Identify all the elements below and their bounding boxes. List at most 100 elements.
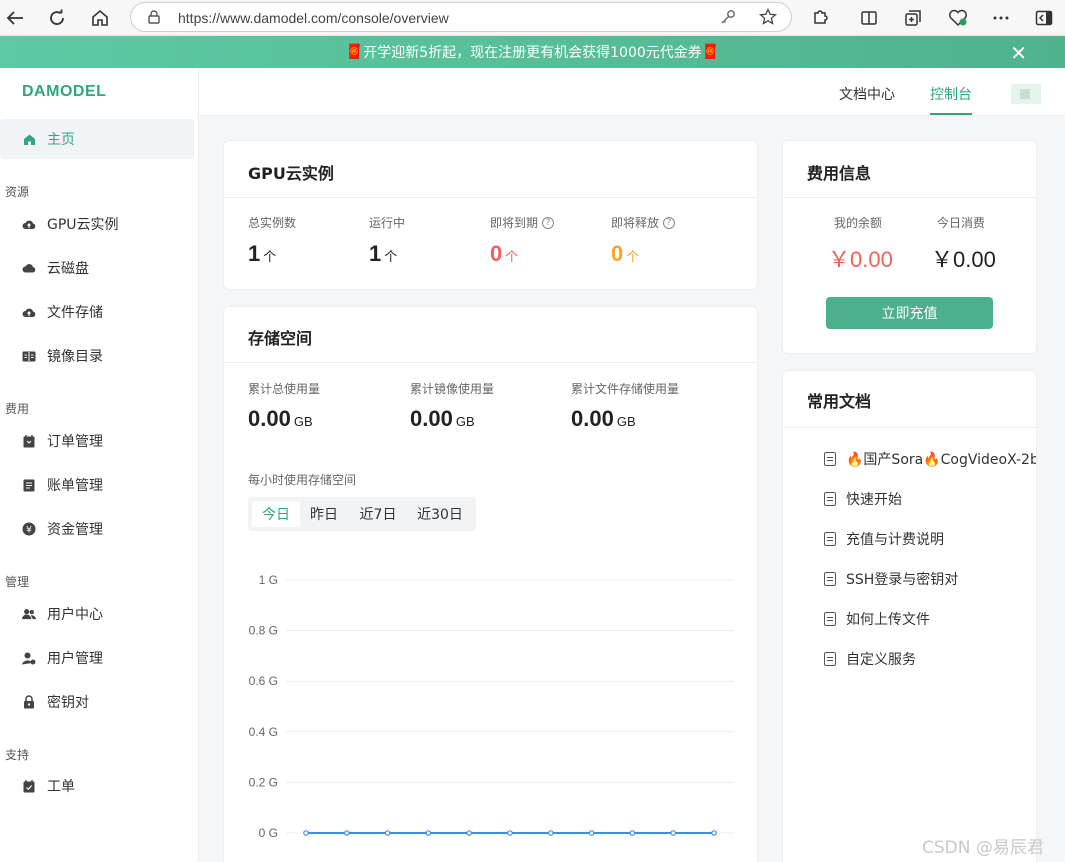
sidebar-item-label: 用户中心 — [47, 607, 103, 623]
hourly-usage-label: 每小时使用存储空间 — [248, 473, 357, 487]
tab-30-days[interactable]: 近30日 — [408, 501, 472, 527]
brand-logo[interactable]: DAMODEL — [22, 83, 106, 101]
active-nav-indicator — [930, 113, 972, 115]
card-divider — [783, 427, 1036, 428]
extensions-button[interactable] — [806, 4, 834, 32]
tab-yesterday[interactable]: 昨日 — [302, 501, 346, 527]
sidebar-item-user-center[interactable]: 用户中心 — [22, 604, 103, 624]
sidebar-item-tickets[interactable]: 工单 — [22, 776, 75, 796]
tab-today[interactable]: 今日 — [252, 501, 300, 527]
sidebar-item-file-storage[interactable]: 文件存储 — [22, 302, 103, 322]
y-tick-label: 0.4 G — [249, 725, 278, 739]
reload-button[interactable] — [43, 4, 71, 32]
puzzle-icon — [814, 10, 828, 24]
today-spend-label: 今日消费 — [937, 216, 986, 230]
address-bar[interactable]: https://www.damodel.com/console/overview — [130, 2, 792, 32]
sidebar-item-label: 主页 — [47, 132, 75, 148]
collections-button[interactable] — [899, 4, 927, 32]
stat-value-file-usage: 0.00 GB — [571, 406, 636, 431]
more-dots-icon — [993, 16, 1009, 20]
cloud-upload-icon — [22, 305, 36, 319]
sidebar-item-label: GPU云实例 — [47, 217, 119, 233]
sidebar-item-orders[interactable]: 订单管理 — [22, 431, 103, 451]
top-header: 文档中心 控制台 — [199, 68, 1065, 116]
doc-link[interactable]: 🔥国产Sora🔥CogVideoX-2b-部署与 — [824, 449, 1036, 469]
sidebar-item-image-catalog[interactable]: 镜像目录 — [22, 346, 103, 366]
document-icon — [824, 572, 836, 586]
favorite-star-icon[interactable] — [759, 7, 777, 30]
data-point[interactable] — [588, 830, 595, 836]
data-point[interactable] — [344, 830, 350, 836]
nav-link-console[interactable]: 控制台 — [930, 84, 972, 104]
split-screen-button[interactable] — [855, 4, 883, 32]
card-divider — [783, 197, 1036, 198]
balance-value: ￥0.00 — [828, 247, 893, 272]
sidebar: DAMODEL 主页 资源 GPU云实例 云磁盘 文件存储 镜像目录 费用 订单… — [0, 68, 199, 862]
sidebar-toggle-icon — [1035, 10, 1053, 26]
gpu-instances-card: GPU云实例 总实例数 1个 运行中 1个 即将到期? 0个 即将释放? 0个 — [223, 140, 758, 290]
doc-link[interactable]: 自定义服务 — [824, 649, 916, 669]
data-point[interactable] — [711, 830, 717, 836]
sidebar-item-funds[interactable]: ¥ 资金管理 — [22, 519, 103, 539]
document-icon — [824, 652, 836, 666]
browser-essentials-button[interactable] — [944, 4, 972, 32]
stat-value-total-usage: 0.00 GB — [248, 406, 313, 431]
sidebar-item-user-management[interactable]: 用户管理 — [22, 648, 103, 668]
sidebar-item-gpu-instances[interactable]: GPU云实例 — [22, 214, 119, 234]
watermark: CSDN @易辰君 — [922, 838, 1044, 858]
data-point[interactable] — [547, 830, 554, 836]
fee-info-card: 费用信息 我的余额 ￥0.00 今日消费 ￥0.00 立即充值 — [782, 140, 1037, 354]
home-icon — [22, 132, 36, 146]
stat-label-file-usage: 累计文件存储使用量 — [571, 382, 680, 396]
doc-link[interactable]: 快速开始 — [824, 489, 902, 509]
tab-7-days[interactable]: 近7日 — [350, 501, 406, 527]
sidebar-toggle-button[interactable] — [1030, 4, 1058, 32]
sidebar-item-key-pairs[interactable]: 密钥对 — [22, 692, 89, 712]
sidebar-item-label: 工单 — [47, 779, 75, 795]
document-icon — [824, 452, 836, 466]
sidebar-item-home-content[interactable]: 主页 — [22, 129, 75, 149]
cloud-icon — [22, 261, 36, 275]
sidebar-group-billing: 费用 — [5, 402, 30, 416]
help-icon[interactable]: ? — [542, 216, 555, 229]
storage-card: 存储空间 累计总使用量 0.00 GB 累计镜像使用量 0.00 GB 累计文件存储… — [223, 306, 758, 862]
avatar[interactable] — [1011, 84, 1041, 104]
sidebar-item-bills[interactable]: 账单管理 — [22, 475, 103, 495]
card-title: 费用信息 — [807, 164, 872, 183]
y-tick-label: 0 G — [259, 826, 278, 840]
doc-link[interactable]: 如何上传文件 — [824, 609, 930, 629]
data-point[interactable] — [303, 830, 309, 836]
data-point[interactable] — [670, 830, 677, 836]
stat-value-total: 1个 — [248, 241, 277, 266]
stat-value-releasing: 0个 — [611, 241, 640, 266]
y-tick-label: 1 G — [259, 573, 278, 587]
help-icon[interactable]: ? — [663, 216, 676, 229]
data-point[interactable] — [466, 830, 473, 836]
sidebar-item-cloud-disk[interactable]: 云磁盘 — [22, 258, 89, 278]
sidebar-item-label: 用户管理 — [47, 651, 103, 667]
split-screen-icon — [861, 11, 877, 25]
stat-label-total: 总实例数 — [248, 216, 297, 230]
more-menu-button[interactable] — [987, 4, 1015, 32]
banner-close-icon[interactable]: ✕ — [1010, 41, 1027, 65]
lock-icon — [148, 10, 160, 28]
sidebar-group-support: 支持 — [5, 748, 30, 762]
data-point[interactable] — [384, 830, 391, 836]
collections-icon — [905, 10, 921, 26]
password-key-icon[interactable] — [720, 9, 736, 29]
nav-link-docs[interactable]: 文档中心 — [839, 84, 895, 104]
doc-link[interactable]: SSH登录与密钥对 — [824, 569, 958, 589]
back-button[interactable] — [1, 4, 29, 32]
sidebar-group-management: 管理 — [5, 575, 30, 589]
stat-label-releasing: 即将释放? — [611, 214, 676, 231]
recharge-button[interactable]: 立即充值 — [826, 297, 993, 329]
stat-label-expiring: 即将到期? — [490, 214, 555, 231]
home-button[interactable] — [86, 4, 114, 32]
data-point[interactable] — [507, 830, 513, 836]
sidebar-item-label: 镜像目录 — [47, 349, 103, 365]
ticket-check-icon — [22, 779, 36, 793]
doc-link[interactable]: 充值与计费说明 — [824, 529, 944, 549]
promo-banner[interactable]: 🧧 开学迎新5折起，现在注册更有机会获得1000元代金券 🧧 ✕ — [0, 36, 1065, 68]
data-point[interactable] — [629, 830, 636, 836]
data-point[interactable] — [425, 830, 432, 836]
